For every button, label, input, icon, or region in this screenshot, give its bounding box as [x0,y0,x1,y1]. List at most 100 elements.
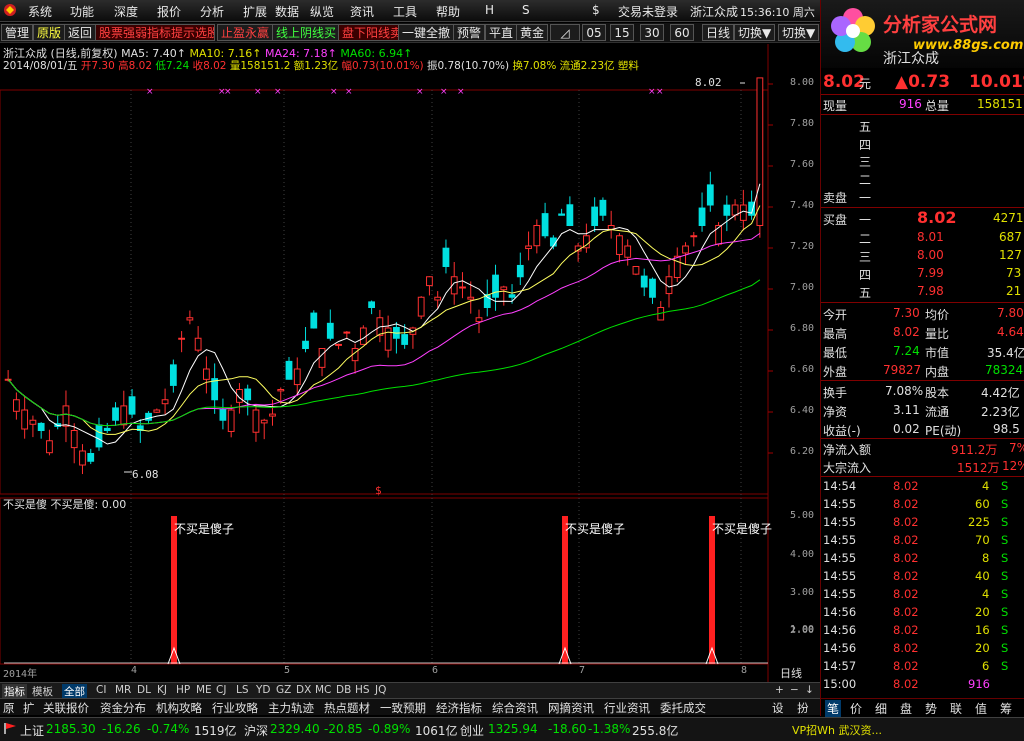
scroll-news[interactable]: VP招Wh 武汉资... [792,722,882,738]
tab-indicator[interactable]: 指标 [2,684,27,699]
menu-analysis[interactable]: 分析 [200,3,224,20]
cancel-all-button[interactable]: 一键全撤 [398,24,455,41]
menu-quote[interactable]: 报价 [157,3,181,20]
period-60-button[interactable]: 60 [670,24,694,41]
tick-price: 8.02 [893,533,919,547]
tick-volume: 8 [982,551,990,565]
kline-chart[interactable]: × ×× × × × × × × × × × [0,44,820,684]
menu-system[interactable]: 系统 [28,3,52,20]
candle-body [260,419,268,424]
menu-news[interactable]: 资讯 [350,3,374,20]
menu-h[interactable]: H [485,3,494,17]
tab-institution[interactable]: 机构攻略 [156,700,202,716]
menu-extend[interactable]: 扩展 [243,3,267,20]
candle-body [731,204,739,216]
take-profit-button[interactable]: 止盈永赢 [217,24,274,41]
tab-dl[interactable]: DL [137,684,151,696]
sz-value: 2329.40 [270,722,320,736]
tab-original[interactable]: 原 [3,700,15,716]
manage-button[interactable]: 管理 [1,24,34,41]
tab-consensus[interactable]: 一致预期 [380,700,426,716]
tab-all[interactable]: 全部 [62,684,87,699]
app-icon[interactable] [2,2,18,21]
tab-jq[interactable]: JQ [375,684,386,696]
period-15-button[interactable]: 15 [610,24,634,41]
tab-detail[interactable]: 细 [875,700,887,717]
trade-login-status[interactable]: 交易未登录 [618,3,678,20]
tab-value[interactable]: 值 [975,700,987,717]
draw-tool-button[interactable]: ◿ [550,24,580,41]
down-arrow-icon[interactable]: ↓ [805,684,814,696]
stat-label: 最高 [823,327,848,341]
tab-trend[interactable]: 势 [925,700,937,717]
menu-dollar[interactable]: $ [592,3,600,17]
menu-tools[interactable]: 工具 [393,3,417,20]
tab-link[interactable]: 联 [950,700,962,717]
tab-fund-distribution[interactable]: 资金分布 [100,700,146,716]
tab-main-trace[interactable]: 主力轨迹 [268,700,314,716]
tab-db[interactable]: DB [336,684,351,696]
date-tick: 2014年 [3,669,38,680]
tick-price: 8.02 [893,605,919,619]
tab-ci[interactable]: CI [96,684,106,696]
menu-depth[interactable]: 深度 [114,3,138,20]
tab-general-news[interactable]: 综合资讯 [492,700,538,716]
minus-icon[interactable]: − [790,684,799,696]
signal-label: 不买是傻子 [712,522,773,536]
tab-template[interactable]: 模板 [32,684,53,699]
period-day-button[interactable]: 日线 [702,24,735,41]
tab-extend[interactable]: 扩 [23,700,35,716]
strength-select-button[interactable]: 股票强弱指标提示选股 [95,24,215,41]
tab-excerpt-news[interactable]: 网摘资讯 [548,700,594,716]
tab-tick[interactable]: 笔 [825,700,842,717]
tab-chips[interactable]: 筹 [1000,700,1012,717]
tab-mr[interactable]: MR [115,684,131,696]
tab-industry-strategy[interactable]: 行业攻略 [212,700,258,716]
tab-hp[interactable]: HP [176,684,190,696]
switch-dropdown-2[interactable]: 切换▼ [778,24,820,41]
add-icon[interactable]: + [775,684,784,696]
bid-level: 五 [859,286,872,300]
sz-name[interactable]: 沪深 [244,722,268,739]
switch-dropdown-1[interactable]: 切换▼ [734,24,776,41]
cy-name[interactable]: 创业 [460,722,484,739]
tab-industry-news[interactable]: 行业资讯 [604,700,650,716]
buy-above-line-button[interactable]: 线上阴线买 [272,24,341,41]
tab-book[interactable]: 盘 [900,700,912,717]
tab-related-quote[interactable]: 关联报价 [43,700,89,716]
tab-gz[interactable]: GZ [276,684,291,696]
tab-hot-topic[interactable]: 热点题材 [324,700,370,716]
tab-yd[interactable]: YD [256,684,271,696]
menu-function[interactable]: 功能 [70,3,94,20]
period-30-button[interactable]: 30 [640,24,664,41]
low-marker: 6.08 [132,468,159,481]
skin-button[interactable]: 扮 [797,700,809,716]
gold-button[interactable]: 黄金 [516,24,549,41]
tab-mc[interactable]: MC [315,684,331,696]
tab-kj[interactable]: KJ [157,684,167,696]
tab-price[interactable]: 价 [850,700,862,717]
menu-overview[interactable]: 纵览 [310,3,334,20]
tab-economic[interactable]: 经济指标 [436,700,482,716]
tab-cj[interactable]: CJ [216,684,226,696]
alert-button[interactable]: 预警 [453,24,486,41]
tab-me[interactable]: ME [196,684,212,696]
settings-button[interactable]: 设 [772,700,784,716]
toolbar: 管理 原版 返回 股票强弱指标提示选股 止盈永赢 线上阴线买 盘下阳线卖 一键全… [0,23,820,43]
flow-label: 大宗流入 [823,461,872,475]
tab-ls[interactable]: LS [236,684,249,696]
menu-s[interactable]: S [522,3,530,17]
original-button[interactable]: 原版 [33,24,66,41]
period-05-button[interactable]: 05 [582,24,606,41]
tab-orders[interactable]: 委托成交 [660,700,706,716]
back-button[interactable]: 返回 [64,24,97,41]
menu-help[interactable]: 帮助 [436,3,460,20]
tick-list[interactable]: 14:54 8.02 4 S 14:55 8.02 60 S 14:55 8.02 225 S 14:5… [821,478,1024,694]
chart-area[interactable]: × × × × × × × × × × × × [0,44,820,684]
menu-data[interactable]: 数据 [275,3,299,20]
flat-button[interactable]: 平直 [485,24,518,41]
tab-dx[interactable]: DX [296,684,311,696]
sell-below-line-button[interactable]: 盘下阳线卖 [338,24,407,41]
sh-name[interactable]: 上证 [20,722,44,739]
tab-hs[interactable]: HS [355,684,370,696]
